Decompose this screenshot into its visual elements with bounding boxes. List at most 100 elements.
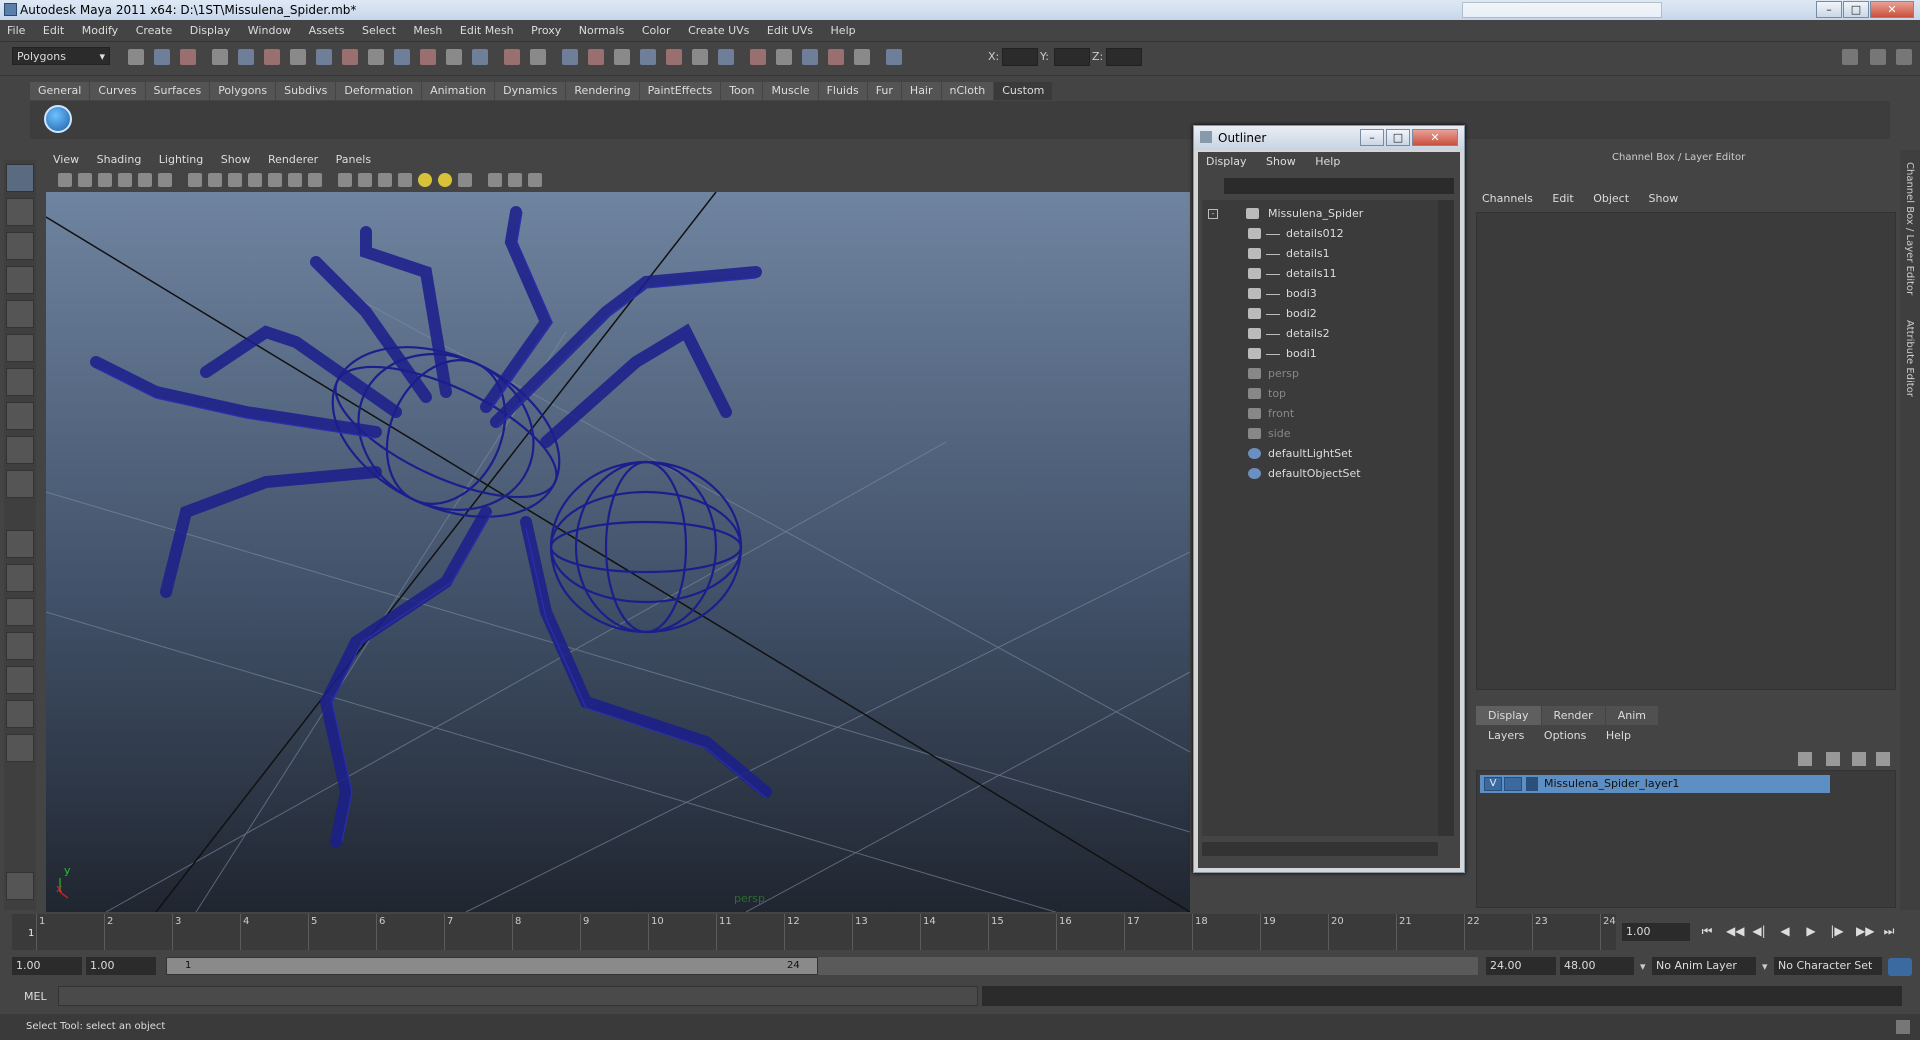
outliner-item[interactable]: defaultObjectSet	[1202, 464, 1438, 484]
shelf-tab-rendering[interactable]: Rendering	[566, 82, 639, 100]
play-backwards-icon[interactable]: ◀	[1778, 924, 1792, 938]
menu-select[interactable]: Select	[355, 20, 403, 37]
lasso-tool-icon[interactable]	[6, 198, 34, 226]
viewport-menu-view[interactable]: View	[46, 150, 86, 169]
snap-to-grid-icon[interactable]	[562, 49, 578, 65]
menu-modify[interactable]: Modify	[75, 20, 125, 37]
shadows-icon[interactable]	[438, 173, 452, 187]
layer-menu-layers[interactable]: Layers	[1480, 729, 1532, 742]
wireframe-icon[interactable]	[338, 173, 352, 187]
character-set-dropdown[interactable]: No Character Set	[1774, 957, 1882, 975]
outliner-filter-input[interactable]	[1224, 178, 1454, 194]
ipr-render-icon[interactable]	[828, 49, 844, 65]
menu-edit-mesh[interactable]: Edit Mesh	[453, 20, 521, 37]
command-language-label[interactable]: MEL	[24, 990, 47, 1003]
layer-tab-render[interactable]: Render	[1541, 706, 1605, 725]
scale-tool-icon[interactable]	[6, 334, 34, 362]
render-current-frame-icon[interactable]	[802, 49, 818, 65]
snap-to-curve-icon[interactable]	[588, 49, 604, 65]
new-scene-icon[interactable]	[128, 49, 144, 65]
shelf-tab-general[interactable]: General	[30, 82, 90, 100]
absolute-transform-icon[interactable]	[886, 49, 902, 65]
time-slider[interactable]: 1 2 3 4 5 6 7 8 9 10 11 12 13 14 15 16 17 18 19 20 21 22 23 24	[12, 914, 1616, 950]
select-surfaces-icon[interactable]	[368, 49, 384, 65]
outliner-item[interactable]: defaultLightSet	[1202, 444, 1438, 464]
outliner-title-bar[interactable]: Outliner – □ ✕	[1194, 126, 1464, 150]
shelf-tab-deformation[interactable]: Deformation	[336, 82, 422, 100]
new-layer-icon[interactable]	[1798, 752, 1812, 766]
menu-assets[interactable]: Assets	[302, 20, 352, 37]
layer-menu-help[interactable]: Help	[1598, 729, 1639, 742]
outliner-menu-show[interactable]: Show	[1258, 152, 1304, 171]
lock-selection-icon[interactable]	[504, 49, 520, 65]
shelf-tab-ncloth[interactable]: nCloth	[941, 82, 994, 100]
menu-file[interactable]: File	[0, 20, 32, 37]
construction-history-icon[interactable]	[750, 49, 766, 65]
outliner-item[interactable]: details11	[1202, 264, 1438, 284]
outliner-item[interactable]: - Missulena_Spider	[1202, 204, 1438, 224]
layer-color-swatch[interactable]	[1526, 777, 1538, 791]
high-quality-icon[interactable]	[528, 173, 542, 187]
paint-select-tool-icon[interactable]	[6, 232, 34, 260]
viewport-menu-renderer[interactable]: Renderer	[261, 150, 325, 169]
show-manipulator-icon[interactable]	[6, 436, 34, 464]
make-live-icon[interactable]	[666, 49, 682, 65]
collapse-icon[interactable]: -	[1208, 209, 1218, 219]
menu-window[interactable]: Window	[241, 20, 298, 37]
two-d-pan-zoom-icon[interactable]	[138, 173, 152, 187]
hypershade-layout-icon[interactable]	[6, 666, 34, 694]
select-joints-icon[interactable]	[316, 49, 332, 65]
move-tool-icon[interactable]	[6, 266, 34, 294]
input-ops-icon[interactable]	[692, 49, 708, 65]
xray-icon[interactable]	[488, 173, 502, 187]
close-button[interactable]: ✕	[1870, 1, 1914, 18]
spider-abdomen[interactable]	[549, 460, 743, 634]
persp-graph-layout-icon[interactable]	[6, 632, 34, 660]
shelf-tab-toon[interactable]: Toon	[721, 82, 763, 100]
resolution-gate-icon[interactable]	[228, 173, 242, 187]
anim-layer-dropdown[interactable]: No Anim Layer	[1652, 957, 1756, 975]
isolate-select-icon[interactable]	[458, 173, 472, 187]
step-back-key-icon[interactable]: ◀|	[1752, 924, 1766, 938]
animation-start-field[interactable]: 1.00	[12, 957, 82, 975]
select-misc-icon[interactable]	[472, 49, 488, 65]
select-by-component-icon[interactable]	[264, 49, 280, 65]
range-slider-handle[interactable]: 1 24	[166, 957, 818, 975]
menu-color[interactable]: Color	[635, 20, 678, 37]
highlight-selection-icon[interactable]	[530, 49, 546, 65]
channel-box-toggle-icon[interactable]	[1842, 49, 1858, 65]
grease-pencil-icon[interactable]	[158, 173, 172, 187]
outliner-close-button[interactable]: ✕	[1412, 129, 1458, 146]
script-editor-icon[interactable]	[1896, 1020, 1910, 1034]
soft-modification-icon[interactable]	[6, 402, 34, 430]
playback-end-field[interactable]: 24.00	[1486, 957, 1556, 975]
y-field[interactable]	[1054, 48, 1090, 66]
shelf-tab-polygons[interactable]: Polygons	[210, 82, 276, 100]
shelf-tab-dynamics[interactable]: Dynamics	[495, 82, 566, 100]
outliner-item[interactable]: details2	[1202, 324, 1438, 344]
shelf-tab-fluids[interactable]: Fluids	[818, 82, 867, 100]
shelf-tab-fur[interactable]: Fur	[867, 82, 901, 100]
outliner-window[interactable]: Outliner – □ ✕ Display Show Help - Missul…	[1193, 125, 1465, 873]
outliner-item[interactable]: side	[1202, 424, 1438, 444]
step-back-frame-icon[interactable]: ◀◀	[1726, 924, 1744, 938]
animation-end-field[interactable]: 48.00	[1560, 957, 1634, 975]
render-settings-icon[interactable]	[854, 49, 870, 65]
auto-key-icon[interactable]	[1888, 958, 1912, 976]
menu-edit[interactable]: Edit	[36, 20, 71, 37]
menu-help[interactable]: Help	[824, 20, 863, 37]
step-forward-frame-icon[interactable]: ▶▶	[1856, 924, 1874, 938]
perspective-viewport[interactable]: y x	[46, 192, 1190, 912]
use-all-lights-icon[interactable]	[418, 173, 432, 187]
open-scene-icon[interactable]	[154, 49, 170, 65]
menu-display[interactable]: Display	[183, 20, 238, 37]
select-handles-icon[interactable]	[290, 49, 306, 65]
menu-create-uvs[interactable]: Create UVs	[681, 20, 756, 37]
render-view-icon[interactable]	[776, 49, 792, 65]
universal-manipulator-icon[interactable]	[6, 368, 34, 396]
side-tab-attribute-editor[interactable]: Attribute Editor	[1904, 320, 1915, 397]
safe-title-icon[interactable]	[308, 173, 322, 187]
select-curves-icon[interactable]	[342, 49, 358, 65]
layer-display-type-toggle[interactable]	[1504, 777, 1522, 791]
new-layer-from-selected-icon[interactable]	[1826, 752, 1840, 766]
